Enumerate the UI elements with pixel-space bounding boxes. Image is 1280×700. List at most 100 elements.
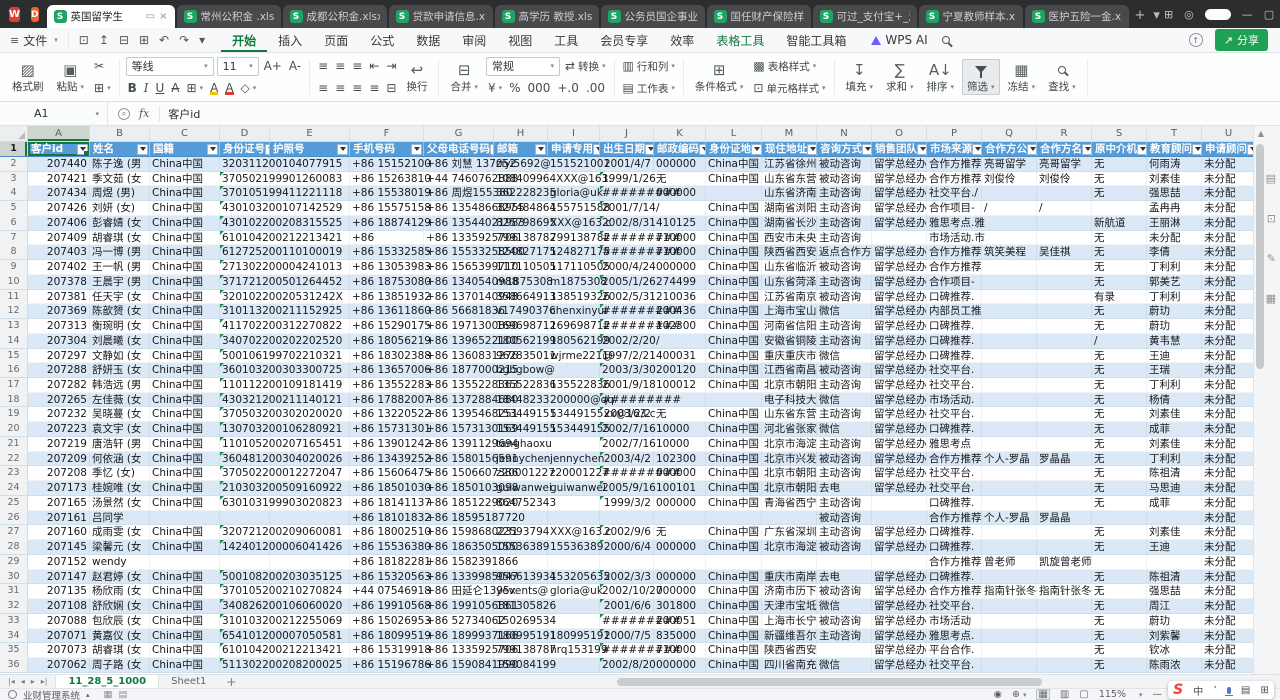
cell[interactable]: 微信 xyxy=(817,349,872,363)
cell[interactable] xyxy=(548,614,600,628)
ribbon-button-decrease-indent[interactable]: ⇤ xyxy=(367,59,381,73)
cell[interactable]: 18448233 xyxy=(494,393,548,407)
search-icon[interactable] xyxy=(942,33,950,47)
ime-toolbox-icon[interactable]: ⊞ xyxy=(1261,685,1269,696)
caret-up-icon[interactable]: ▴ xyxy=(86,691,90,699)
row-header[interactable]: 11 xyxy=(0,290,28,304)
cell[interactable]: 500106199702210321 xyxy=(220,349,270,363)
cell[interactable] xyxy=(1037,599,1092,613)
table-header-cell-K[interactable]: 邮政编码 xyxy=(654,142,706,156)
cell[interactable]: 200051 xyxy=(654,614,706,628)
cell[interactable]: 210036 xyxy=(654,290,706,304)
cell[interactable]: 180995191 xyxy=(494,629,548,643)
cell[interactable]: 留学总经办 xyxy=(872,570,927,584)
cell[interactable]: 被动咨询 xyxy=(817,363,872,377)
wps-ai-button[interactable]: WPS AI xyxy=(871,33,927,47)
document-tab[interactable]: S医护五险一金.xlsx xyxy=(1025,5,1129,28)
ribbon-button-table-style[interactable]: ▩表格样式▾ xyxy=(751,59,818,74)
cell[interactable]: 无 xyxy=(1092,275,1147,289)
cell[interactable] xyxy=(872,231,927,245)
row-header[interactable]: 19 xyxy=(0,407,28,421)
cell[interactable]: 153205635 xyxy=(548,570,600,584)
cell[interactable]: 360103200303300725 xyxy=(220,363,270,377)
cell[interactable]: jennychen xyxy=(494,452,548,466)
cell[interactable]: China中国 xyxy=(150,437,220,451)
cell[interactable]: 207232 xyxy=(28,407,90,421)
column-header-E[interactable]: E xyxy=(270,126,350,141)
cell[interactable]: 合作方推荐 xyxy=(927,172,982,186)
document-tab[interactable]: S可过_支付宝+_滴 xyxy=(813,5,917,28)
cell[interactable]: 207071 xyxy=(28,629,90,643)
cell[interactable]: 刘素佳 xyxy=(1147,525,1202,539)
cell[interactable]: 微信 xyxy=(817,304,872,318)
cell[interactable]: 北京市朝阳 xyxy=(762,378,817,392)
cell[interactable]: 2002/8/20 xyxy=(600,658,654,672)
cell[interactable]: 刘素佳 xyxy=(1147,172,1202,186)
cell[interactable]: China中国 xyxy=(706,245,762,259)
cell[interactable]: 000000 xyxy=(654,157,706,171)
cell[interactable]: yevents@ xyxy=(494,584,548,598)
cell[interactable] xyxy=(982,525,1037,539)
cell[interactable]: +86 刘慧 137052 xyxy=(424,157,494,171)
cell[interactable]: 主动咨询 xyxy=(817,437,872,451)
cell[interactable]: 北京市朝阳 xyxy=(762,481,817,495)
ribbon-button-percent[interactable]: % xyxy=(507,81,522,95)
cell[interactable]: 835000 xyxy=(654,629,706,643)
cell[interactable]: 安徽省铜陵 xyxy=(762,334,817,348)
cell[interactable] xyxy=(982,393,1037,407)
cell[interactable] xyxy=(270,422,350,436)
cell[interactable]: 410125 xyxy=(654,216,706,230)
cell[interactable]: 110112200109181419 xyxy=(220,378,270,392)
cell[interactable]: +86 1971300890 xyxy=(424,319,494,333)
cell[interactable]: +86 13901242 xyxy=(350,437,424,451)
table-header-cell-Q[interactable]: 合作方公 xyxy=(982,142,1037,156)
column-filter-button[interactable] xyxy=(917,144,927,155)
row-header[interactable]: 26 xyxy=(0,511,28,525)
cell[interactable]: 留学总经办 xyxy=(872,275,927,289)
cell[interactable] xyxy=(270,525,350,539)
cell[interactable]: 留学总经办 xyxy=(872,393,927,407)
cell[interactable]: 未分配 xyxy=(1202,319,1253,333)
cell[interactable]: 口碑推荐. xyxy=(927,290,982,304)
cell[interactable] xyxy=(982,614,1037,628)
row-header[interactable]: 29 xyxy=(0,555,28,569)
cell[interactable]: 无 xyxy=(1092,260,1147,274)
cell[interactable] xyxy=(220,511,270,525)
cell[interactable]: 未分配 xyxy=(1202,584,1253,598)
cell[interactable]: +86 1335925706 xyxy=(424,231,494,245)
cell[interactable]: China中国 xyxy=(150,245,220,259)
cell[interactable] xyxy=(982,570,1037,584)
cell[interactable] xyxy=(817,643,872,657)
ribbon-button-underline[interactable]: U xyxy=(154,81,167,95)
cell[interactable]: 上海市宝山 xyxy=(762,304,817,318)
cell[interactable]: 口碑推荐. xyxy=(927,570,982,584)
cell[interactable] xyxy=(1037,260,1092,274)
cell[interactable]: 无 xyxy=(1092,466,1147,480)
cell[interactable]: 凯旋曾老师 xyxy=(1037,555,1092,569)
cell[interactable]: 口碑推荐. xyxy=(927,525,982,539)
cell[interactable] xyxy=(270,466,350,480)
row-header[interactable]: 15 xyxy=(0,349,28,363)
cell[interactable]: 135522836 xyxy=(548,378,600,392)
cell[interactable]: 被动咨询 xyxy=(817,540,872,554)
cell[interactable]: China中国 xyxy=(706,540,762,554)
cell[interactable]: 000000 xyxy=(654,186,706,200)
table-header-cell-B[interactable]: 姓名 xyxy=(90,142,150,156)
cell[interactable]: +86 1506607386 xyxy=(424,466,494,480)
row-header[interactable]: 36 xyxy=(0,658,28,672)
cell[interactable]: 被动咨询 xyxy=(817,614,872,628)
cell[interactable]: 冯一博 (男 xyxy=(90,245,150,259)
cell[interactable]: 成菲 xyxy=(1147,422,1202,436)
cell[interactable]: China中国 xyxy=(706,584,762,598)
cell[interactable]: 207173 xyxy=(28,481,90,495)
cell[interactable]: 袁文宇 (女 xyxy=(90,422,150,436)
cell[interactable]: 口碑推荐. xyxy=(927,540,982,554)
cell[interactable]: 刘妍 (女) xyxy=(90,201,150,215)
cell[interactable]: 340702200202202520 xyxy=(220,334,270,348)
cell[interactable] xyxy=(817,555,872,569)
cell[interactable] xyxy=(1147,511,1202,525)
keyboard-icon[interactable]: ▤ xyxy=(1241,685,1250,696)
ribbon-button-justify[interactable]: ≡ xyxy=(367,81,381,95)
ribbon-button-align-bottom[interactable]: ≡ xyxy=(350,59,364,73)
cell[interactable]: 周子路 (女 xyxy=(90,658,150,672)
